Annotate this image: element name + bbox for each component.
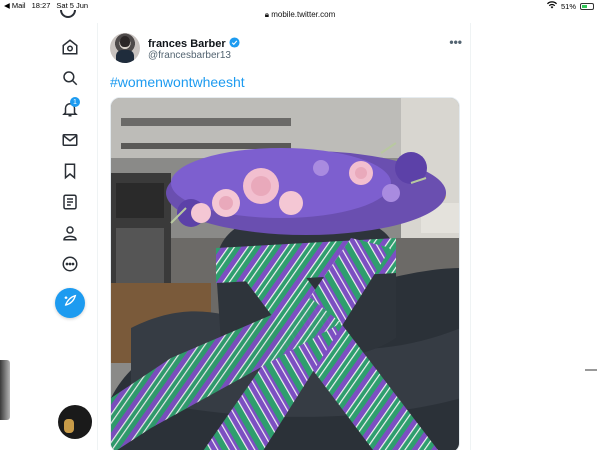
sidebar-item-more[interactable]	[52, 253, 88, 279]
battery-percent: 51%	[560, 1, 576, 11]
address-url[interactable]: 🔒︎ mobile.twitter.com	[0, 10, 600, 20]
tweet-media-image[interactable]	[110, 97, 460, 450]
url-text: mobile.twitter.com	[271, 10, 336, 19]
back-to-app-link[interactable]: ◀ Mail	[4, 1, 26, 10]
tweet-more-button[interactable]: •••	[449, 35, 462, 49]
wifi-icon	[546, 1, 557, 11]
compose-tweet-button[interactable]	[55, 288, 85, 318]
notifications-badge: 1	[70, 97, 80, 107]
status-date: Sat 5 Jun	[56, 1, 89, 10]
sidebar-item-messages[interactable]	[52, 129, 88, 155]
edge-drag-handle[interactable]	[0, 360, 10, 420]
ios-status-bar: ◀ Mail 18:27 Sat 5 Jun 🔒︎ mobile.twitter…	[0, 0, 600, 19]
timeline-column: frances Barber @francesbarber13 ••• #wom…	[97, 23, 471, 450]
more-circle-icon	[61, 255, 79, 278]
mail-icon	[61, 131, 79, 154]
side-drag-handle[interactable]	[585, 369, 597, 371]
battery-icon	[580, 2, 594, 10]
home-icon	[61, 38, 79, 61]
status-time: 18:27	[31, 1, 51, 10]
tweet-author-handle[interactable]: @francesbarber13	[148, 50, 231, 61]
sidebar-item-notifications[interactable]: 1	[52, 97, 88, 124]
tweet-hashtag-link[interactable]: #womenwontwheesht	[110, 74, 245, 90]
sidebar-item-lists[interactable]	[52, 191, 88, 217]
account-avatar[interactable]	[58, 405, 92, 439]
list-icon	[61, 193, 79, 216]
sidebar-item-profile[interactable]	[52, 222, 88, 248]
tweet-author-name[interactable]: frances Barber	[148, 38, 226, 50]
sidebar-item-home[interactable]	[52, 36, 88, 62]
compose-feather-icon	[62, 293, 78, 314]
sidebar-item-explore[interactable]	[52, 67, 88, 93]
person-icon	[61, 224, 79, 247]
search-icon	[61, 69, 79, 92]
bookmark-icon	[61, 162, 79, 185]
avatar[interactable]	[110, 33, 140, 63]
sidebar-item-bookmarks[interactable]	[52, 160, 88, 186]
